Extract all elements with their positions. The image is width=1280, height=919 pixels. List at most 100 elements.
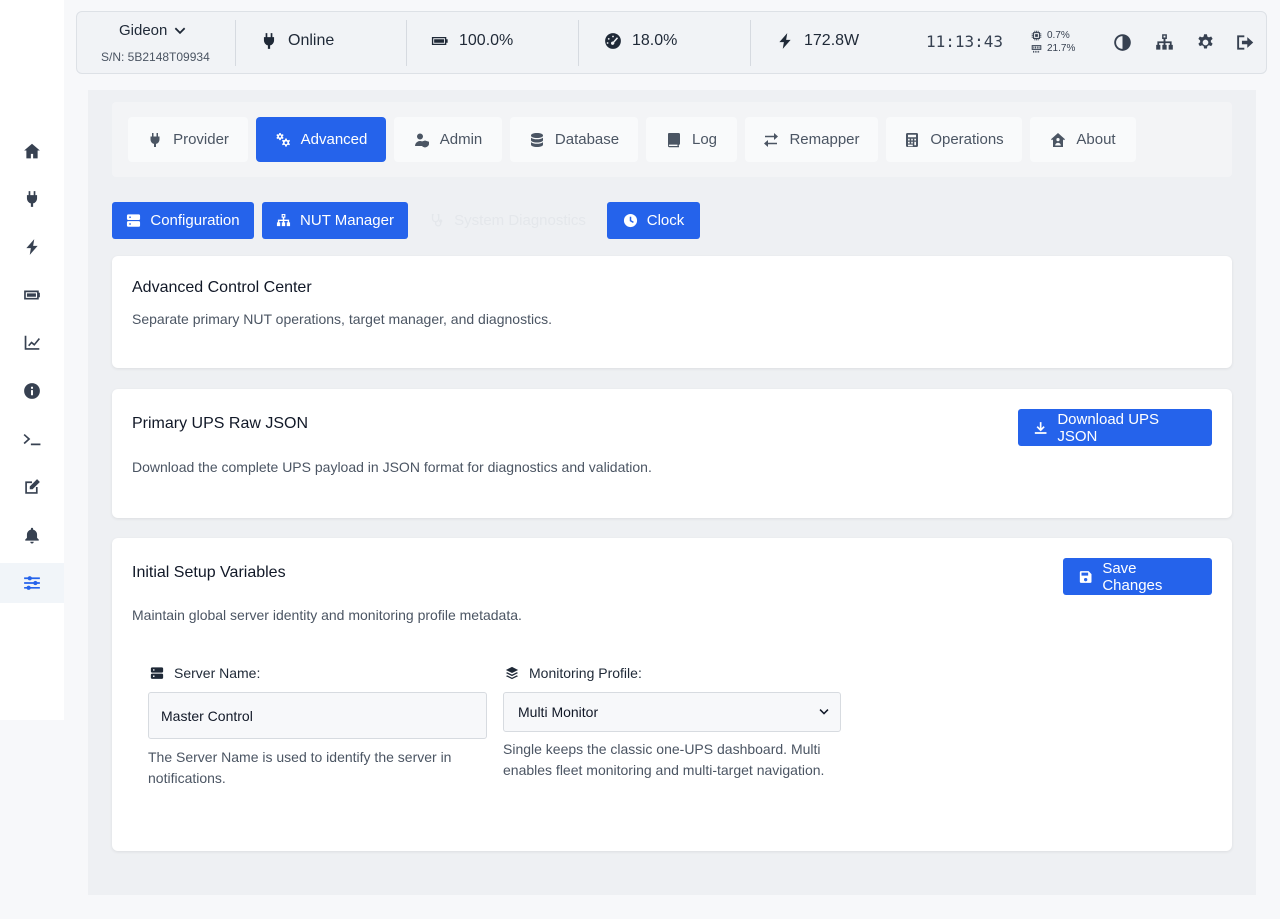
field-label-text: Server Name: [174,665,261,681]
setup-variables-card: Initial Setup Variables Save Changes Mai… [112,538,1232,851]
save-changes-button[interactable]: Save Changes [1063,558,1212,595]
sidebar-item-notifications[interactable] [0,515,64,555]
memory-usage: 21.7% [1031,42,1075,55]
tab-about[interactable]: About [1030,117,1136,162]
chart-line-icon [24,335,40,350]
network-icon [276,213,291,227]
subtab-label: System Diagnostics [454,212,586,229]
main-content: Provider Advanced Admin Database Log Rem… [88,90,1256,895]
tab-log[interactable]: Log [646,117,737,162]
subtab-configuration[interactable]: Configuration [112,202,254,239]
monitoring-profile-label: Monitoring Profile: [505,665,642,681]
device-serial: S/N: 5B2148T09934 [101,50,210,64]
tab-database[interactable]: Database [510,117,638,162]
advanced-control-card: Advanced Control Center Separate primary… [112,256,1232,368]
sidebar-item-provider[interactable] [0,179,64,219]
subtab-system-diagnostics[interactable]: System Diagnostics [424,202,592,239]
status-bar: Gideon S/N: 5B2148T09934 Online 100.0% 1… [76,11,1267,74]
tab-label: Advanced [300,131,368,148]
tab-label: About [1076,131,1116,148]
watts-value: 172.8W [804,32,860,49]
tab-label: Remapper [789,131,860,148]
device-selector[interactable]: Gideon S/N: 5B2148T09934 [77,12,235,73]
sidebar-item-settings[interactable] [0,563,64,603]
bell-icon [25,527,39,544]
settings-button[interactable] [1195,32,1215,52]
card-title: Initial Setup Variables [132,564,286,581]
divider [235,20,236,66]
plug-icon [26,191,38,207]
card-title: Advanced Control Center [132,279,312,296]
tab-admin[interactable]: Admin [394,117,502,162]
layers-icon [505,666,519,680]
load-status: 18.0% [604,32,677,50]
sidebar-item-battery[interactable] [0,275,64,315]
clock-icon [623,213,637,228]
device-name-label: Gideon [119,22,168,39]
calculator-icon [906,132,919,147]
raw-json-card: Primary UPS Raw JSON Download UPS JSON D… [112,389,1232,518]
tab-advanced[interactable]: Advanced [256,117,386,162]
monitoring-profile-select[interactable]: Multi Monitor [503,692,841,732]
user-shield-icon [414,133,429,147]
network-icon [1155,33,1173,50]
download-ups-json-button[interactable]: Download UPS JSON [1018,409,1212,446]
theme-toggle-button[interactable] [1112,32,1132,52]
bolt-icon [26,239,38,255]
field-label-text: Monitoring Profile: [529,665,642,681]
house-user-icon [1051,132,1066,147]
power-status: Online [260,32,334,50]
chevron-down-icon [819,709,829,715]
button-label: Download UPS JSON [1057,410,1160,445]
tab-label: Database [554,131,620,148]
main-tabs: Provider Advanced Admin Database Log Rem… [112,102,1232,177]
download-icon [1034,421,1047,434]
logout-icon [1236,34,1253,50]
logout-button[interactable] [1235,32,1255,52]
tab-label: Log [691,131,718,148]
card-description: Maintain global server identity and moni… [132,607,522,623]
sidebar [0,0,64,720]
plug-icon [150,132,160,147]
contrast-icon [1113,33,1131,51]
device-name[interactable]: Gideon [119,22,187,39]
tab-operations[interactable]: Operations [886,117,1022,162]
divider [578,20,579,66]
tab-provider[interactable]: Provider [128,117,248,162]
subtab-label: Configuration [150,212,240,229]
network-button[interactable] [1154,32,1174,52]
gears-icon [276,132,290,147]
tab-label: Admin [439,131,483,148]
server-name-input[interactable] [148,692,487,739]
gear-icon [1197,33,1213,48]
server-name-help: The Server Name is used to identify the … [148,749,452,786]
system-resources: 0.7% 21.7% [1031,29,1075,55]
bolt-icon [779,33,791,49]
subtab-label: NUT Manager [300,212,394,229]
tab-remapper[interactable]: Remapper [745,117,878,162]
terminal-icon [23,433,41,446]
sidebar-item-power[interactable] [0,227,64,267]
gauge-icon [605,33,621,49]
sidebar-item-charts[interactable] [0,323,64,363]
plug-icon [263,33,275,49]
card-description: Separate primary NUT operations, target … [132,311,552,327]
battery-value: 100.0% [459,32,514,49]
sidebar-item-info[interactable] [0,371,64,411]
home-icon [24,143,40,159]
sidebar-item-home[interactable] [0,131,64,171]
subtab-clock[interactable]: Clock [607,202,700,239]
sidebar-item-editor[interactable] [0,467,64,507]
divider [750,20,751,66]
card-description: Download the complete UPS payload in JSO… [132,459,652,475]
cpu-value: 0.7% [1047,30,1070,41]
monitoring-profile-help: Single keeps the classic one-UPS dashboa… [503,741,825,778]
chevron-down-icon [175,27,186,34]
sidebar-item-terminal[interactable] [0,419,64,459]
memory-value: 21.7% [1047,43,1076,54]
subtab-nut-manager[interactable]: NUT Manager [262,202,408,239]
stethoscope-icon [432,213,443,227]
server-icon [127,214,141,227]
book-icon [667,132,680,147]
tab-label: Operations [930,131,1004,148]
